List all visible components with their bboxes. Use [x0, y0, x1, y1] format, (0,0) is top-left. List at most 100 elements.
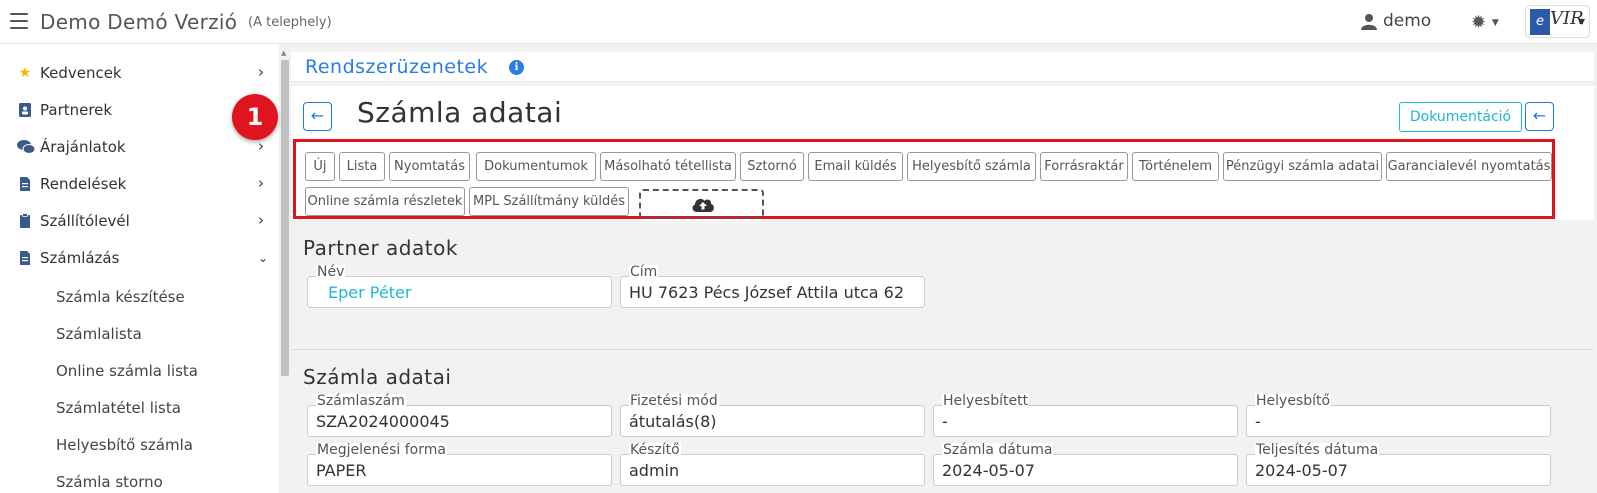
financial-invoice-data-button[interactable]: Pénzügyi számla adatai: [1223, 152, 1382, 181]
sidebar-item-kedvencek[interactable]: ★ Kedvencek ›: [0, 55, 280, 91]
online-invoice-details-button[interactable]: Online számla részletek: [305, 187, 465, 216]
main-content: Rendszerüzenetek i ← Számla adatai Dokum…: [232, 44, 1597, 493]
sidebar-item-label: Kedvencek: [40, 64, 122, 82]
chevron-right-icon: ›: [258, 63, 264, 81]
scrollbar-thumb[interactable]: [281, 60, 289, 376]
field-label: Helyesbítő: [1255, 393, 1332, 409]
caret-down-icon: ▼: [1578, 17, 1585, 26]
field-label: Számlaszám: [316, 393, 406, 409]
field-value: -: [942, 412, 948, 431]
sidebar-item-arajanlatok[interactable]: Árajánlatok ›: [0, 129, 280, 165]
chevron-right-icon: ›: [258, 137, 264, 155]
field-value: HU 7623 Pécs József Attila utca 62: [629, 283, 905, 302]
field-value: átutalás(8): [629, 412, 717, 431]
payment-method-field[interactable]: Fizetési mód átutalás(8): [620, 394, 925, 437]
sidebar-item-label: Szállítólevél: [40, 212, 130, 230]
sidebar-item-label: Rendelések: [40, 175, 127, 193]
page-title: Számla adatai: [357, 96, 563, 129]
top-bar: Demo Demó Verzió (A telephely) demo ✹ ▼ …: [0, 0, 1597, 44]
sidebar-item-szallitolevel[interactable]: Szállítólevél ›: [0, 203, 280, 239]
invoice-number-field[interactable]: Számlaszám SZA2024000045: [307, 394, 612, 437]
partner-name-field[interactable]: Név Eper Péter: [307, 265, 612, 308]
user-name: demo: [1383, 11, 1432, 31]
sidebar-subitem-online-szamla-lista[interactable]: Online számla lista: [56, 362, 198, 380]
gear-icon: ✹: [1471, 12, 1487, 33]
chevron-down-icon: ⌄: [258, 251, 269, 265]
print-button[interactable]: Nyomtatás: [389, 152, 470, 181]
field-value: admin: [629, 461, 680, 480]
creator-field[interactable]: Készítő admin: [620, 443, 925, 486]
hamburger-menu-icon[interactable]: [10, 13, 28, 29]
corrected-field[interactable]: Helyesbített -: [933, 394, 1238, 437]
chevron-right-icon: ›: [258, 174, 264, 192]
field-label: Név: [316, 264, 346, 280]
system-messages-bar: Rendszerüzenetek i: [291, 52, 1594, 82]
copyable-item-list-button[interactable]: Másolható tétellista: [600, 152, 736, 181]
sidebar-subitem-szamla-keszitese[interactable]: Számla készítése: [56, 288, 185, 306]
email-send-button[interactable]: Email küldés: [808, 152, 903, 181]
field-label: Fizetési mód: [629, 393, 719, 409]
clipboard-icon: [20, 213, 30, 228]
partner-section-title: Partner adatok: [303, 236, 458, 260]
action-toolbar-highlight: Új Lista Nyomtatás Dokumentumok Másolhat…: [293, 139, 1555, 219]
annotation-badge: 1: [232, 94, 278, 140]
scroll-up-icon[interactable]: ▲: [281, 49, 286, 57]
field-value: SZA2024000045: [316, 412, 450, 431]
sidebar-item-rendelesek[interactable]: Rendelések ›: [0, 166, 280, 202]
user-menu[interactable]: demo: [1383, 11, 1431, 31]
sidebar-item-label: Számlázás: [40, 249, 120, 267]
logo-e: e: [1530, 9, 1550, 35]
list-button[interactable]: Lista: [339, 152, 385, 181]
sidebar-subitem-szamlatetel-lista[interactable]: Számlatétel lista: [56, 399, 181, 417]
sidebar-subitem-helyesbito-szamla[interactable]: Helyesbítő számla: [56, 436, 193, 454]
fulfillment-date-field[interactable]: Teljesítés dátuma 2024-05-07: [1246, 443, 1551, 486]
field-value: 2024-05-07: [1255, 461, 1348, 480]
info-icon[interactable]: i: [509, 60, 524, 75]
corrective-field[interactable]: Helyesbítő -: [1246, 394, 1551, 437]
app-subtitle: (A telephely): [248, 15, 332, 30]
invoice-date-field[interactable]: Számla dátuma 2024-05-07: [933, 443, 1238, 486]
field-value: -: [1255, 412, 1261, 431]
section-divider: [291, 349, 1594, 350]
user-icon[interactable]: [1361, 13, 1377, 30]
field-value: 2024-05-07: [942, 461, 1035, 480]
field-value: PAPER: [316, 461, 367, 480]
contact-card-icon: [19, 103, 31, 117]
sidebar-subitem-szamla-storno[interactable]: Számla storno: [56, 473, 163, 491]
sidebar-item-szamlazas[interactable]: Számlázás ⌄: [0, 240, 280, 276]
chevron-right-icon: ›: [258, 211, 264, 229]
documentation-button[interactable]: Dokumentáció: [1399, 102, 1522, 132]
back-button-right[interactable]: ←: [1525, 102, 1554, 131]
warranty-print-button[interactable]: Garancialevél nyomtatás: [1386, 152, 1552, 181]
settings-menu[interactable]: ✹ ▼: [1471, 12, 1499, 33]
app-title: Demo Demó Verzió: [40, 10, 238, 34]
mpl-shipment-send-button[interactable]: MPL Szállítmány küldés: [469, 187, 629, 216]
field-label: Helyesbített: [942, 393, 1030, 409]
appearance-form-field[interactable]: Megjelenési forma PAPER: [307, 443, 612, 486]
history-button[interactable]: Történelem: [1132, 152, 1219, 181]
new-button[interactable]: Új: [305, 152, 335, 181]
storno-button[interactable]: Sztornó: [740, 152, 804, 181]
comments-icon: [17, 140, 35, 154]
sidebar-scrollbar[interactable]: ▲: [279, 44, 291, 493]
documents-button[interactable]: Dokumentumok: [476, 152, 596, 181]
field-label: Számla dátuma: [942, 442, 1054, 458]
back-button[interactable]: ←: [303, 102, 332, 131]
sidebar-item-label: Partnerek: [40, 101, 113, 119]
file-upload-dropzone[interactable]: [639, 189, 764, 219]
app-logo-menu[interactable]: e VIR ▼: [1525, 5, 1590, 38]
system-messages-title[interactable]: Rendszerüzenetek: [305, 56, 488, 78]
caret-down-icon: ▼: [1491, 18, 1499, 28]
source-warehouse-button[interactable]: Forrásraktár: [1040, 152, 1128, 181]
cloud-upload-icon: [692, 198, 714, 212]
field-label: Készítő: [629, 442, 681, 458]
partner-name-link[interactable]: Eper Péter: [328, 283, 411, 302]
document-icon: [20, 177, 30, 191]
sidebar-item-label: Árajánlatok: [40, 138, 126, 156]
invoice-section-title: Számla adatai: [303, 365, 452, 389]
corrective-invoice-button[interactable]: Helyesbítő számla: [907, 152, 1036, 181]
field-label: Megjelenési forma: [316, 442, 447, 458]
sidebar-subitem-szamlalista[interactable]: Számlalista: [56, 325, 142, 343]
partner-address-field[interactable]: Cím HU 7623 Pécs József Attila utca 62: [620, 265, 925, 308]
invoice-icon: [20, 251, 30, 265]
